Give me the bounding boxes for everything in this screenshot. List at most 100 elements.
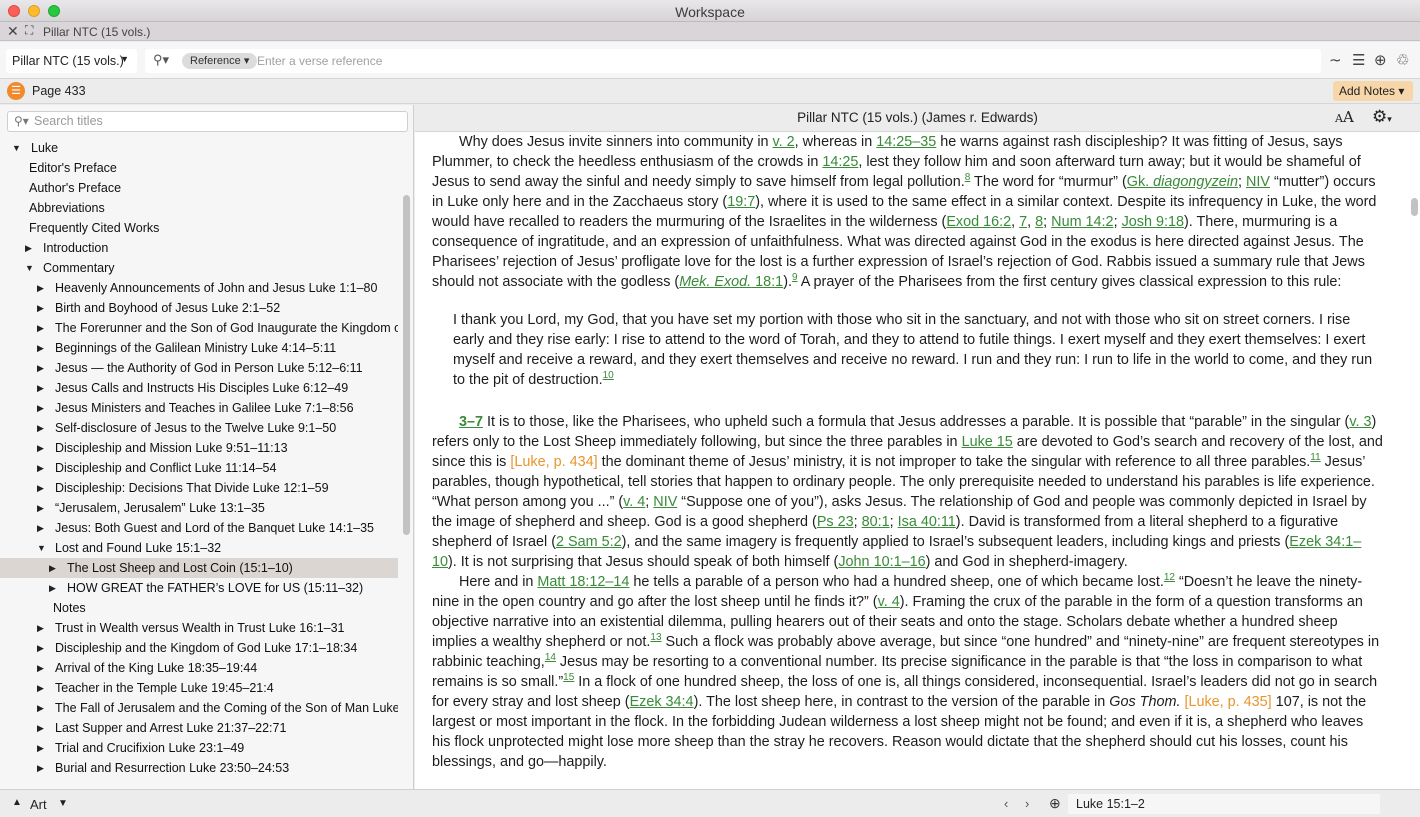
disclosure-closed-icon[interactable]: ▶ — [37, 378, 44, 398]
verse-link[interactable]: Luke 15 — [962, 434, 1013, 450]
recycle-icon[interactable]: ♲ — [1396, 51, 1409, 69]
toc-item[interactable]: ▶ Trial and Crucifixion Luke 23:1–49 — [0, 738, 398, 758]
toc-item[interactable]: ▼ Commentary — [0, 258, 398, 278]
page-marker[interactable]: [Luke, p. 435] — [1184, 694, 1271, 710]
toc-item[interactable]: ▶ Arrival of the King Luke 18:35–19:44 — [0, 658, 398, 678]
verse-link[interactable]: Num 14:2 — [1051, 214, 1113, 230]
search-icon[interactable]: ⚲▾ — [153, 52, 169, 68]
toc-item[interactable]: ▶ Heavenly Announcements of John and Jesu… — [0, 278, 398, 298]
toc-item[interactable]: ▶ Discipleship and Mission Luke 9:51–11:1… — [0, 438, 398, 458]
toc-item[interactable]: ▶ The Lost Sheep and Lost Coin (15:1–10) — [0, 558, 398, 578]
disclosure-closed-icon[interactable]: ▶ — [37, 738, 44, 758]
toc-item[interactable]: ▶ Beginnings of the Galilean Ministry Luk… — [0, 338, 398, 358]
tab-title[interactable]: Pillar NTC (15 vols.) — [43, 25, 150, 39]
toc-item[interactable]: ▶ “Jerusalem, Jerusalem” Luke 13:1–35 — [0, 498, 398, 518]
disclosure-closed-icon[interactable]: ▶ — [49, 558, 56, 578]
forward-arrow-icon[interactable]: › — [1025, 796, 1029, 811]
footnote-link[interactable]: 9 — [792, 272, 798, 283]
triangle-down-icon[interactable]: ▼ — [58, 798, 68, 809]
close-tab-icon[interactable]: ✕ — [7, 23, 19, 40]
verse-link[interactable]: v. 2 — [773, 134, 795, 150]
disclosure-closed-icon[interactable]: ▶ — [37, 638, 44, 658]
footnote-link[interactable]: 10 — [603, 370, 614, 381]
toc-item[interactable]: ▶ Jesus Calls and Instructs His Disciples… — [0, 378, 398, 398]
niv-link[interactable]: NIV — [653, 494, 677, 510]
toc-item[interactable]: ▶ The Fall of Jerusalem and the Coming of… — [0, 698, 398, 718]
verse-link[interactable]: John 10:1–16 — [838, 554, 925, 570]
toc-item[interactable]: ▶ Introduction — [0, 238, 398, 258]
verse-link[interactable]: v. 4 — [623, 494, 645, 510]
footnote-link[interactable]: 15 — [563, 672, 574, 683]
verse-reference-input[interactable] — [257, 52, 1307, 70]
sidebar-scrollbar[interactable] — [403, 195, 410, 535]
verse-link[interactable]: 2 Sam 5:2 — [556, 534, 622, 550]
disclosure-open-icon[interactable]: ▼ — [25, 258, 34, 278]
disclosure-closed-icon[interactable]: ▶ — [37, 398, 44, 418]
location-field[interactable]: Luke 15:1–2 — [1068, 794, 1380, 814]
verse-link[interactable]: Matt 18:12–14 — [537, 574, 629, 590]
verse-link[interactable]: v. 3 — [1349, 414, 1371, 430]
niv-link[interactable]: NIV — [1246, 174, 1270, 190]
disclosure-closed-icon[interactable]: ▶ — [37, 458, 44, 478]
verse-link[interactable]: v. 4 — [878, 594, 900, 610]
gear-icon[interactable]: ⚙▾ — [1372, 107, 1392, 127]
disclosure-closed-icon[interactable]: ▶ — [37, 438, 44, 458]
verse-link[interactable]: 19:7 — [727, 194, 755, 210]
verse-link[interactable]: 14:25 — [822, 154, 858, 170]
toc-item[interactable]: ▶ Discipleship and the Kingdom of God Luk… — [0, 638, 398, 658]
globe-icon[interactable]: ⊕ — [1049, 795, 1061, 812]
verse-link[interactable]: 14:25–35 — [876, 134, 936, 150]
toc-item[interactable]: ▶ Burial and Resurrection Luke 23:50–24:5… — [0, 758, 398, 778]
disclosure-closed-icon[interactable]: ▶ — [37, 718, 44, 738]
toc-item[interactable]: ▶ HOW GREAT the FATHER’s LOVE for US (15:… — [0, 578, 398, 598]
footnote-link[interactable]: 11 — [1310, 452, 1320, 463]
font-size-button[interactable]: AA — [1335, 108, 1354, 126]
footnote-link[interactable]: 14 — [545, 652, 556, 663]
disclosure-closed-icon[interactable]: ▶ — [37, 518, 44, 538]
disclosure-closed-icon[interactable]: ▶ — [37, 338, 44, 358]
back-arrow-icon[interactable]: ‹ — [1004, 796, 1008, 811]
reader-scrollbar[interactable] — [1411, 198, 1418, 216]
toc-item[interactable]: ▼ Lost and Found Luke 15:1–32 — [0, 538, 398, 558]
toc-item[interactable]: ▼ Luke — [0, 138, 398, 158]
greek-link[interactable]: Gk. diagongyzein — [1127, 174, 1238, 190]
disclosure-closed-icon[interactable]: ▶ — [37, 278, 44, 298]
add-notes-button[interactable]: Add Notes ▾ — [1333, 81, 1413, 101]
toc-item[interactable]: ▶ Birth and Boyhood of Jesus Luke 2:1–52 — [0, 298, 398, 318]
disclosure-closed-icon[interactable]: ▶ — [37, 318, 44, 338]
toc-item[interactable]: ▶ Discipleship: Decisions That Divide Luk… — [0, 478, 398, 498]
verse-link[interactable]: 7 — [1019, 214, 1027, 230]
disclosure-closed-icon[interactable]: ▶ — [37, 658, 44, 678]
toc-item[interactable]: ▶ Last Supper and Arrest Luke 21:37–22:71 — [0, 718, 398, 738]
disclosure-closed-icon[interactable]: ▶ — [37, 698, 44, 718]
footnote-link[interactable]: 13 — [650, 632, 661, 643]
disclosure-closed-icon[interactable]: ▶ — [37, 618, 44, 638]
search-type-chip[interactable]: Reference ▾ — [182, 53, 258, 69]
mode-label[interactable]: Art — [30, 797, 47, 812]
disclosure-closed-icon[interactable]: ▶ — [37, 758, 44, 778]
verse-link[interactable]: Ezek 34:4 — [630, 694, 694, 710]
toc-item[interactable]: Notes — [0, 598, 398, 618]
disclosure-closed-icon[interactable]: ▶ — [37, 498, 44, 518]
verse-link[interactable]: Ps 23 — [817, 514, 854, 530]
disclosure-open-icon[interactable]: ▼ — [12, 138, 21, 158]
disclosure-closed-icon[interactable]: ▶ — [37, 678, 44, 698]
toc-item[interactable]: Editor's Preface — [0, 158, 398, 178]
disclosure-closed-icon[interactable]: ▶ — [49, 578, 56, 598]
list-icon[interactable]: ☰ — [1352, 51, 1365, 69]
tilde-icon[interactable]: ∼ — [1329, 51, 1342, 69]
toc-item[interactable]: ▶ Jesus: Both Guest and Lord of the Banqu… — [0, 518, 398, 538]
footnote-link[interactable]: 8 — [965, 172, 971, 183]
verse-link[interactable]: 8 — [1035, 214, 1043, 230]
toc-item[interactable]: ▶ The Forerunner and the Son of God Inaug… — [0, 318, 398, 338]
verse-link[interactable]: 80:1 — [862, 514, 890, 530]
disclosure-closed-icon[interactable]: ▶ — [37, 298, 44, 318]
toc-item[interactable]: ▶ Jesus — the Authority of God in Person … — [0, 358, 398, 378]
footnote-link[interactable]: 12 — [1164, 572, 1175, 583]
page-marker[interactable]: [Luke, p. 434] — [510, 454, 597, 470]
disclosure-closed-icon[interactable]: ▶ — [37, 418, 44, 438]
disclosure-closed-icon[interactable]: ▶ — [37, 478, 44, 498]
add-circle-icon[interactable]: ⊕ — [1374, 51, 1387, 69]
toc-item[interactable]: ▶ Teacher in the Temple Luke 19:45–21:4 — [0, 678, 398, 698]
toc-item[interactable]: ▶ Discipleship and Conflict Luke 11:14–54 — [0, 458, 398, 478]
